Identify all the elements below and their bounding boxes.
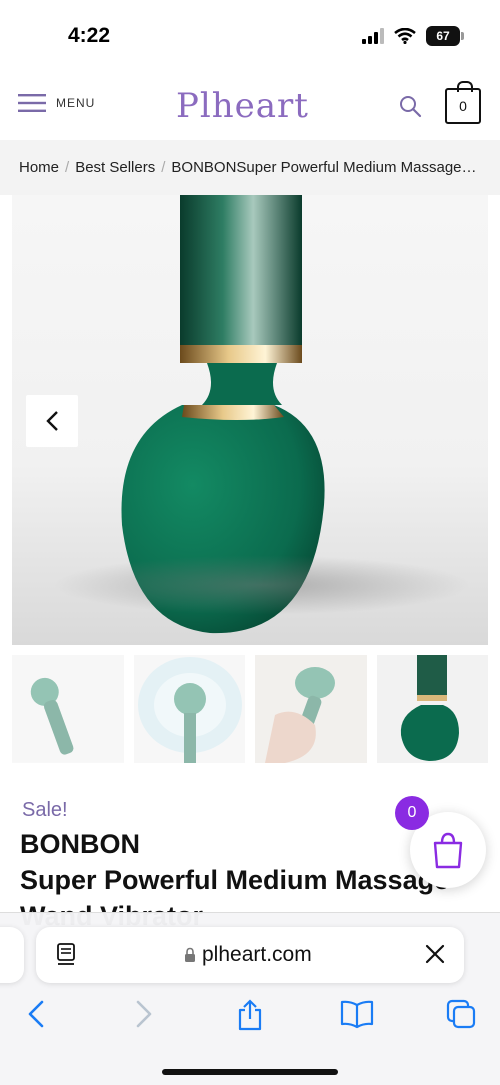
battery-indicator: 67 bbox=[426, 26, 464, 46]
thumbnail-4[interactable] bbox=[376, 655, 488, 763]
breadcrumb-home[interactable]: Home bbox=[19, 159, 59, 176]
previous-tab-peek[interactable] bbox=[0, 927, 24, 983]
bag-icon bbox=[433, 832, 463, 869]
thumbnail-3[interactable] bbox=[255, 655, 367, 763]
floating-cart-count: 0 bbox=[395, 796, 429, 830]
share-button[interactable] bbox=[236, 999, 264, 1036]
thumbnail-2[interactable] bbox=[133, 655, 245, 763]
lock-icon bbox=[185, 947, 195, 962]
search-icon bbox=[400, 96, 422, 118]
status-icons: 67 bbox=[362, 26, 464, 46]
share-icon bbox=[238, 999, 262, 1031]
status-bar: 4:22 67 bbox=[0, 0, 500, 70]
home-indicator bbox=[162, 1069, 338, 1075]
breadcrumb: Home / Best Sellers / BONBONSuper Powerful M… bbox=[19, 159, 479, 176]
breadcrumb-current: BONBONSuper Powerful Medium Massage Wand… bbox=[171, 159, 479, 176]
forward-icon bbox=[136, 1000, 152, 1028]
thumbnail-strip bbox=[12, 655, 488, 765]
browser-toolbar bbox=[0, 999, 500, 1039]
url-display: plheart.com bbox=[184, 943, 312, 967]
bookmarks-button[interactable] bbox=[340, 999, 374, 1034]
wifi-icon bbox=[394, 28, 416, 44]
address-bar[interactable]: plheart.com bbox=[36, 927, 464, 983]
search-button[interactable] bbox=[398, 94, 422, 123]
bookmarks-icon bbox=[340, 1000, 374, 1029]
site-header: MENU Plheart 0 bbox=[0, 70, 500, 140]
back-button[interactable] bbox=[26, 999, 46, 1034]
status-time: 4:22 bbox=[68, 24, 111, 47]
reader-button[interactable] bbox=[56, 943, 78, 972]
hamburger-icon bbox=[18, 94, 46, 112]
signal-icon bbox=[362, 28, 384, 44]
close-button[interactable] bbox=[424, 943, 446, 970]
url-text: plheart.com bbox=[202, 943, 312, 966]
back-icon bbox=[28, 1000, 44, 1028]
forward-button[interactable] bbox=[134, 999, 154, 1034]
cart-count: 0 bbox=[459, 98, 467, 114]
tabs-icon bbox=[446, 999, 476, 1029]
chevron-left-icon bbox=[46, 411, 58, 431]
gallery-prev-button[interactable] bbox=[26, 395, 78, 447]
menu-label: MENU bbox=[56, 96, 96, 110]
reader-icon bbox=[57, 943, 75, 965]
breadcrumb-best-sellers[interactable]: Best Sellers bbox=[75, 159, 155, 176]
site-logo[interactable]: Plheart bbox=[176, 86, 309, 126]
thumbnail-1[interactable] bbox=[12, 655, 124, 763]
product-main-image[interactable] bbox=[12, 195, 488, 645]
browser-bottom-bar: plheart.com bbox=[0, 912, 500, 1085]
close-icon bbox=[425, 944, 445, 964]
breadcrumb-bar: Home / Best Sellers / BONBONSuper Powerful M… bbox=[0, 140, 500, 195]
tabs-button[interactable] bbox=[446, 999, 476, 1034]
sale-label: Sale! bbox=[22, 799, 68, 821]
menu-button[interactable]: MENU bbox=[18, 94, 95, 112]
cart-button[interactable]: 0 bbox=[445, 81, 481, 124]
